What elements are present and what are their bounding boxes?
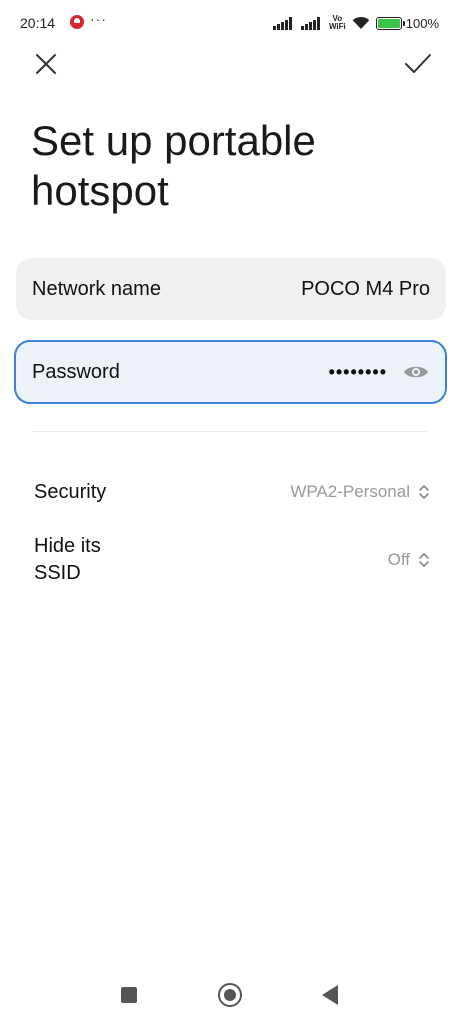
network-name-field[interactable]: Network name POCO M4 Pro xyxy=(16,258,446,320)
up-down-chevron-icon xyxy=(419,485,429,499)
signal-icon xyxy=(301,16,321,30)
security-label: Security xyxy=(34,480,107,503)
status-bar: 20:14 ··· Vo WiFi 100% xyxy=(0,0,461,46)
divider xyxy=(32,431,428,432)
security-selector[interactable]: WPA2-Personal xyxy=(290,482,430,502)
password-label: Password xyxy=(32,360,120,383)
password-field[interactable]: Password •••••••• xyxy=(14,340,447,404)
network-name-label: Network name xyxy=(32,277,161,300)
notification-icon xyxy=(70,15,84,29)
eye-icon xyxy=(404,366,428,378)
signal-icon xyxy=(273,16,293,30)
page-title: Set up portable hotspot xyxy=(31,117,316,214)
home-icon[interactable] xyxy=(218,983,242,1007)
hide-ssid-label: Hide its SSID xyxy=(34,535,101,584)
network-name-value[interactable]: POCO M4 Pro xyxy=(301,278,430,301)
password-value[interactable]: •••••••• xyxy=(329,362,387,383)
battery-percent: 100% xyxy=(405,15,439,31)
back-icon[interactable] xyxy=(322,985,338,1005)
recents-icon[interactable] xyxy=(121,987,137,1003)
check-icon xyxy=(405,54,431,73)
close-icon xyxy=(36,54,56,74)
battery-icon xyxy=(375,16,405,30)
hotspot-setup-screen: 20:14 ··· Vo WiFi 100% Set up portable ho… xyxy=(0,0,461,1024)
security-value: WPA2-Personal xyxy=(290,482,410,501)
hide-ssid-row[interactable]: Hide its SSID Off xyxy=(34,532,430,588)
status-time: 20:14 xyxy=(20,15,56,31)
close-button[interactable] xyxy=(28,46,64,82)
up-down-chevron-icon xyxy=(419,553,429,567)
security-row[interactable]: Security WPA2-Personal xyxy=(34,475,430,509)
navigation-bar xyxy=(0,970,461,1024)
confirm-button[interactable] xyxy=(400,46,436,82)
hide-ssid-selector[interactable]: Off xyxy=(388,550,430,570)
vowifi-icon: Vo WiFi xyxy=(328,14,346,31)
show-password-toggle[interactable] xyxy=(403,363,429,381)
wifi-icon xyxy=(352,16,369,29)
status-icons: Vo WiFi 100% xyxy=(273,14,439,32)
hide-ssid-value: Off xyxy=(387,550,410,569)
more-notifications-icon: ··· xyxy=(90,11,107,27)
